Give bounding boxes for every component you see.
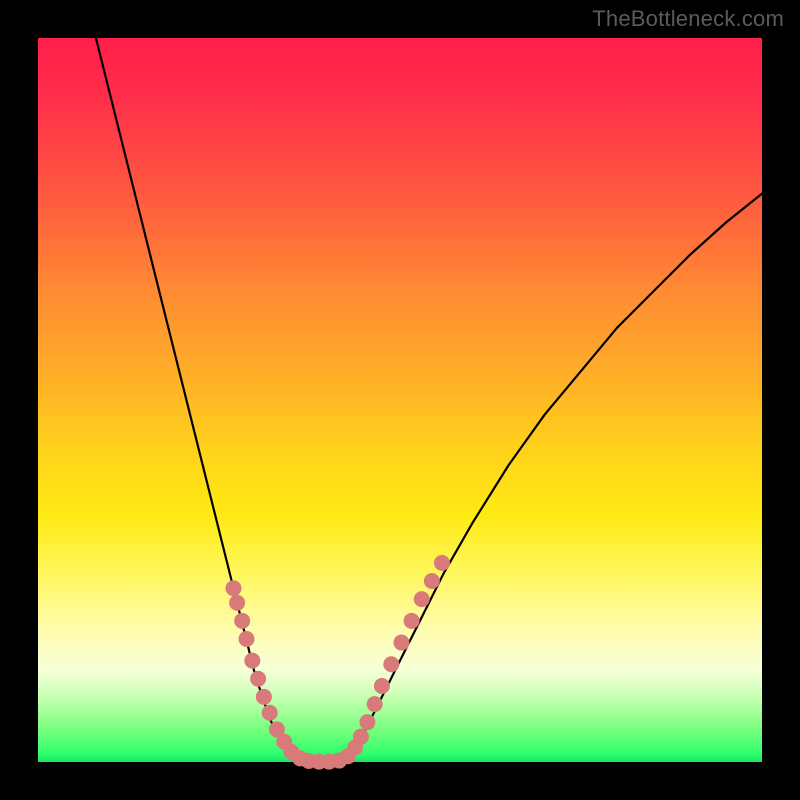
- marker-point: [234, 613, 250, 629]
- marker-point: [225, 580, 241, 596]
- curve-left-branch: [96, 38, 299, 758]
- marker-point: [250, 671, 266, 687]
- marker-point: [393, 635, 409, 651]
- chart-markers: [225, 555, 450, 770]
- watermark-text: TheBottleneck.com: [592, 6, 784, 32]
- marker-point: [359, 714, 375, 730]
- chart-curves: [96, 38, 762, 762]
- marker-point: [424, 573, 440, 589]
- chart-svg: [38, 38, 762, 762]
- marker-point: [383, 656, 399, 672]
- marker-point: [374, 678, 390, 694]
- marker-point: [434, 555, 450, 571]
- chart-frame: TheBottleneck.com: [0, 0, 800, 800]
- marker-point: [239, 631, 255, 647]
- marker-point: [404, 613, 420, 629]
- marker-point: [367, 696, 383, 712]
- marker-point: [256, 689, 272, 705]
- marker-point: [414, 591, 430, 607]
- curve-right-branch: [342, 194, 762, 759]
- marker-point: [353, 729, 369, 745]
- marker-point: [244, 653, 260, 669]
- marker-point: [229, 595, 245, 611]
- marker-point: [262, 705, 278, 721]
